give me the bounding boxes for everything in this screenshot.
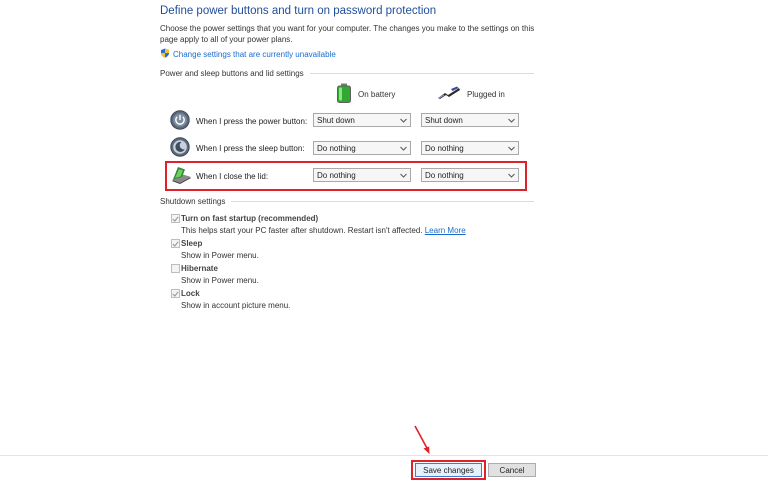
section-divider: [231, 201, 534, 202]
lock-description: Show in account picture menu.: [181, 301, 291, 310]
hibernate-label: Hibernate: [181, 264, 218, 273]
power-section-heading: Power and sleep buttons and lid settings: [160, 69, 534, 78]
shutdown-section-heading: Shutdown settings: [160, 197, 534, 206]
fast-startup-label: Turn on fast startup (recommended): [181, 214, 319, 223]
chevron-down-icon: [400, 173, 407, 178]
fast-startup-description: This helps start your PC faster after sh…: [181, 226, 466, 235]
chevron-down-icon: [400, 118, 407, 123]
change-settings-link[interactable]: Change settings that are currently unava…: [160, 48, 336, 60]
sleep-button-icon: [170, 137, 190, 157]
annotation-arrow-icon: [412, 424, 432, 458]
power-button-icon: [170, 110, 190, 130]
power-button-battery-select[interactable]: Shut down: [313, 113, 411, 127]
learn-more-link[interactable]: Learn More: [425, 226, 466, 235]
battery-icon: [336, 83, 352, 105]
hibernate-checkbox[interactable]: [171, 264, 180, 273]
chevron-down-icon: [508, 118, 515, 123]
sleep-button-battery-select[interactable]: Do nothing: [313, 141, 411, 155]
hibernate-description: Show in Power menu.: [181, 276, 259, 285]
page-description: Choose the power settings that you want …: [160, 24, 535, 44]
shield-icon: [160, 48, 170, 60]
power-button-plugged-select[interactable]: Shut down: [421, 113, 519, 127]
sleep-checkbox[interactable]: [171, 239, 180, 248]
cancel-button[interactable]: Cancel: [488, 463, 536, 477]
checkmark-icon: [172, 240, 179, 247]
sleep-label: Sleep: [181, 239, 203, 248]
change-settings-link-label: Change settings that are currently unava…: [173, 49, 336, 59]
footer-divider: [0, 455, 768, 456]
column-plugged-in: Plugged in: [437, 86, 505, 102]
power-button-label: When I press the power button:: [196, 117, 308, 126]
fast-startup-checkbox[interactable]: [171, 214, 180, 223]
sleep-button-label: When I press the sleep button:: [196, 144, 305, 153]
close-lid-battery-select[interactable]: Do nothing: [313, 168, 411, 182]
section-divider: [309, 73, 534, 74]
column-on-battery: On battery: [336, 83, 395, 105]
chevron-down-icon: [508, 173, 515, 178]
sleep-description: Show in Power menu.: [181, 251, 259, 260]
checkmark-icon: [172, 290, 179, 297]
sleep-button-plugged-select[interactable]: Do nothing: [421, 141, 519, 155]
lock-label: Lock: [181, 289, 200, 298]
lock-checkbox[interactable]: [171, 289, 180, 298]
page-title: Define power buttons and turn on passwor…: [160, 5, 437, 17]
chevron-down-icon: [400, 146, 407, 151]
power-plug-icon: [437, 86, 461, 102]
close-lid-plugged-select[interactable]: Do nothing: [421, 168, 519, 182]
chevron-down-icon: [508, 146, 515, 151]
save-changes-button[interactable]: Save changes: [415, 463, 482, 477]
checkmark-icon: [172, 215, 179, 222]
close-lid-label: When I close the lid:: [196, 172, 269, 181]
laptop-lid-icon: [170, 165, 192, 185]
